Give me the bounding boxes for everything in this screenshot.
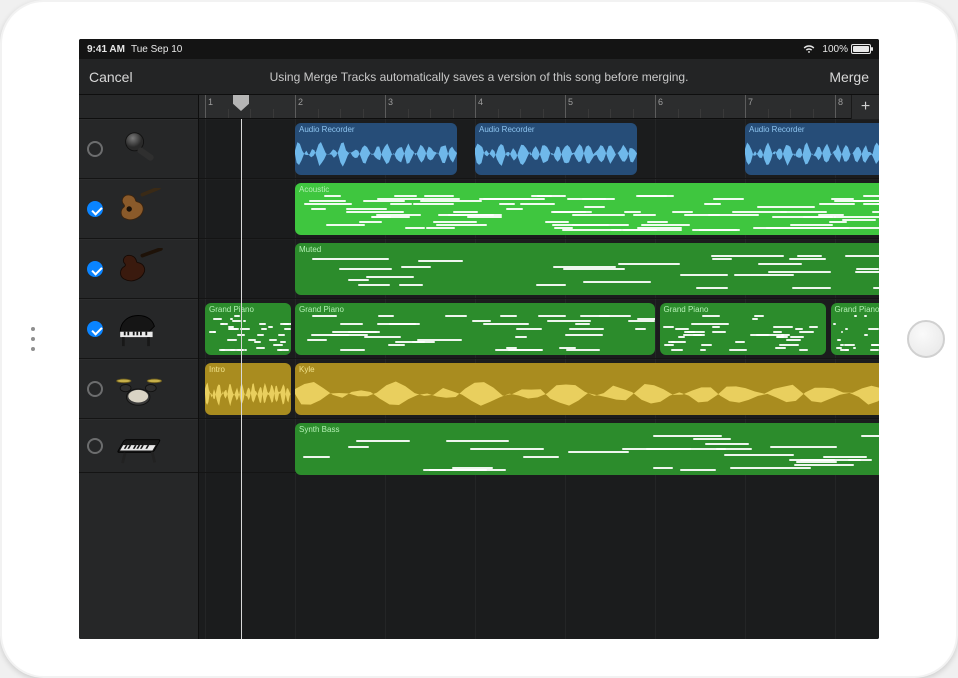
- region[interactable]: Grand Piano: [831, 303, 880, 355]
- region-label: Grand Piano: [664, 305, 823, 315]
- merge-select-piano[interactable]: [87, 321, 103, 337]
- bar-tick: 3: [385, 95, 386, 118]
- speaker-dots: [31, 327, 35, 351]
- track-lane-drums[interactable]: Intro Kyle: [199, 359, 879, 419]
- keyboard-icon: [113, 425, 167, 467]
- region[interactable]: Grand Piano: [660, 303, 827, 355]
- grand-piano-icon: [113, 308, 167, 350]
- bar-number: 2: [298, 97, 303, 107]
- bar-number: 7: [748, 97, 753, 107]
- bar-number: 5: [568, 97, 573, 107]
- track-lane-vocals[interactable]: Audio Recorder Audio Recorder Audio Record…: [199, 119, 879, 179]
- acoustic-guitar-icon: [113, 188, 167, 230]
- ruler[interactable]: 1 2 3 4 5 6 7 8 +: [79, 95, 879, 119]
- bar-number: 6: [658, 97, 663, 107]
- merge-select-drums[interactable]: [87, 381, 103, 397]
- merge-select-synth[interactable]: [87, 438, 103, 454]
- region-label: Grand Piano: [299, 305, 651, 315]
- region-label: Audio Recorder: [479, 125, 633, 135]
- region[interactable]: Kyle: [295, 363, 879, 415]
- bar-tick: 4: [475, 95, 476, 118]
- bar-number: 4: [478, 97, 483, 107]
- plus-icon: +: [861, 98, 870, 116]
- region[interactable]: Audio Recorder: [295, 123, 457, 175]
- microphone-icon: [113, 128, 167, 170]
- region-label: Kyle: [299, 365, 879, 375]
- region[interactable]: Acoustic: [295, 183, 879, 235]
- merge-select-acoustic[interactable]: [87, 201, 103, 217]
- region[interactable]: Synth Bass: [295, 423, 879, 475]
- region[interactable]: Grand Piano: [205, 303, 291, 355]
- region[interactable]: Audio Recorder: [745, 123, 879, 175]
- region[interactable]: Audio Recorder: [475, 123, 637, 175]
- region-label: Intro: [209, 365, 287, 375]
- merge-button[interactable]: Merge: [813, 69, 869, 85]
- bass-guitar-icon: [113, 248, 167, 290]
- device-frame: 9:41 AM Tue Sep 10 100% Cancel Using Mer…: [0, 0, 958, 678]
- track-lane-synth[interactable]: Synth Bass: [199, 419, 879, 473]
- track-header-vocals[interactable]: [79, 119, 198, 179]
- ruler-corner: [79, 95, 199, 118]
- bar-number: 8: [838, 97, 843, 107]
- bar-tick: 7: [745, 95, 746, 118]
- bar-number: 1: [208, 97, 213, 107]
- workspace[interactable]: Audio Recorder Audio Recorder Audio Record…: [79, 119, 879, 639]
- status-bar: 9:41 AM Tue Sep 10 100%: [79, 39, 879, 59]
- timeline[interactable]: Audio Recorder Audio Recorder Audio Record…: [199, 119, 879, 639]
- status-date: Tue Sep 10: [131, 44, 182, 55]
- bar-tick: 6: [655, 95, 656, 118]
- region-label: Grand Piano: [835, 305, 880, 315]
- region[interactable]: Grand Piano: [295, 303, 655, 355]
- track-lane-piano[interactable]: Grand Piano Grand Piano Grand Piano Grand P…: [199, 299, 879, 359]
- status-time: 9:41 AM: [87, 44, 125, 55]
- region-label: Audio Recorder: [299, 125, 453, 135]
- playhead[interactable]: [233, 95, 249, 111]
- cancel-button[interactable]: Cancel: [89, 69, 145, 85]
- merge-message: Using Merge Tracks automatically saves a…: [145, 70, 813, 84]
- region-label: Synth Bass: [299, 425, 879, 435]
- merge-action-bar: Cancel Using Merge Tracks automatically …: [79, 59, 879, 95]
- track-header-synth[interactable]: [79, 419, 198, 473]
- track-header-acoustic[interactable]: [79, 179, 198, 239]
- home-button[interactable]: [907, 320, 945, 358]
- battery-indicator: 100%: [822, 44, 871, 55]
- region-label: Audio Recorder: [749, 125, 879, 135]
- wifi-icon: [802, 44, 816, 54]
- region-label: Grand Piano: [209, 305, 287, 315]
- region-label: Acoustic: [299, 185, 879, 195]
- playhead-line: [241, 119, 242, 639]
- screen: 9:41 AM Tue Sep 10 100% Cancel Using Mer…: [79, 39, 879, 639]
- drum-kit-icon: [113, 368, 167, 410]
- bar-number: 3: [388, 97, 393, 107]
- track-lane-acoustic[interactable]: Acoustic: [199, 179, 879, 239]
- region[interactable]: Muted: [295, 243, 879, 295]
- add-section-button[interactable]: +: [851, 95, 879, 119]
- bar-tick: 1: [205, 95, 206, 118]
- track-header-drums[interactable]: [79, 359, 198, 419]
- battery-percent: 100%: [822, 44, 848, 55]
- bar-tick: 5: [565, 95, 566, 118]
- bar-tick: 8: [835, 95, 836, 118]
- region-label: Muted: [299, 245, 879, 255]
- region[interactable]: Intro: [205, 363, 291, 415]
- track-header-piano[interactable]: [79, 299, 198, 359]
- track-header-bass[interactable]: [79, 239, 198, 299]
- merge-select-bass[interactable]: [87, 261, 103, 277]
- merge-select-vocals[interactable]: [87, 141, 103, 157]
- bar-tick: 2: [295, 95, 296, 118]
- track-lane-bass[interactable]: Muted: [199, 239, 879, 299]
- track-headers: [79, 119, 199, 639]
